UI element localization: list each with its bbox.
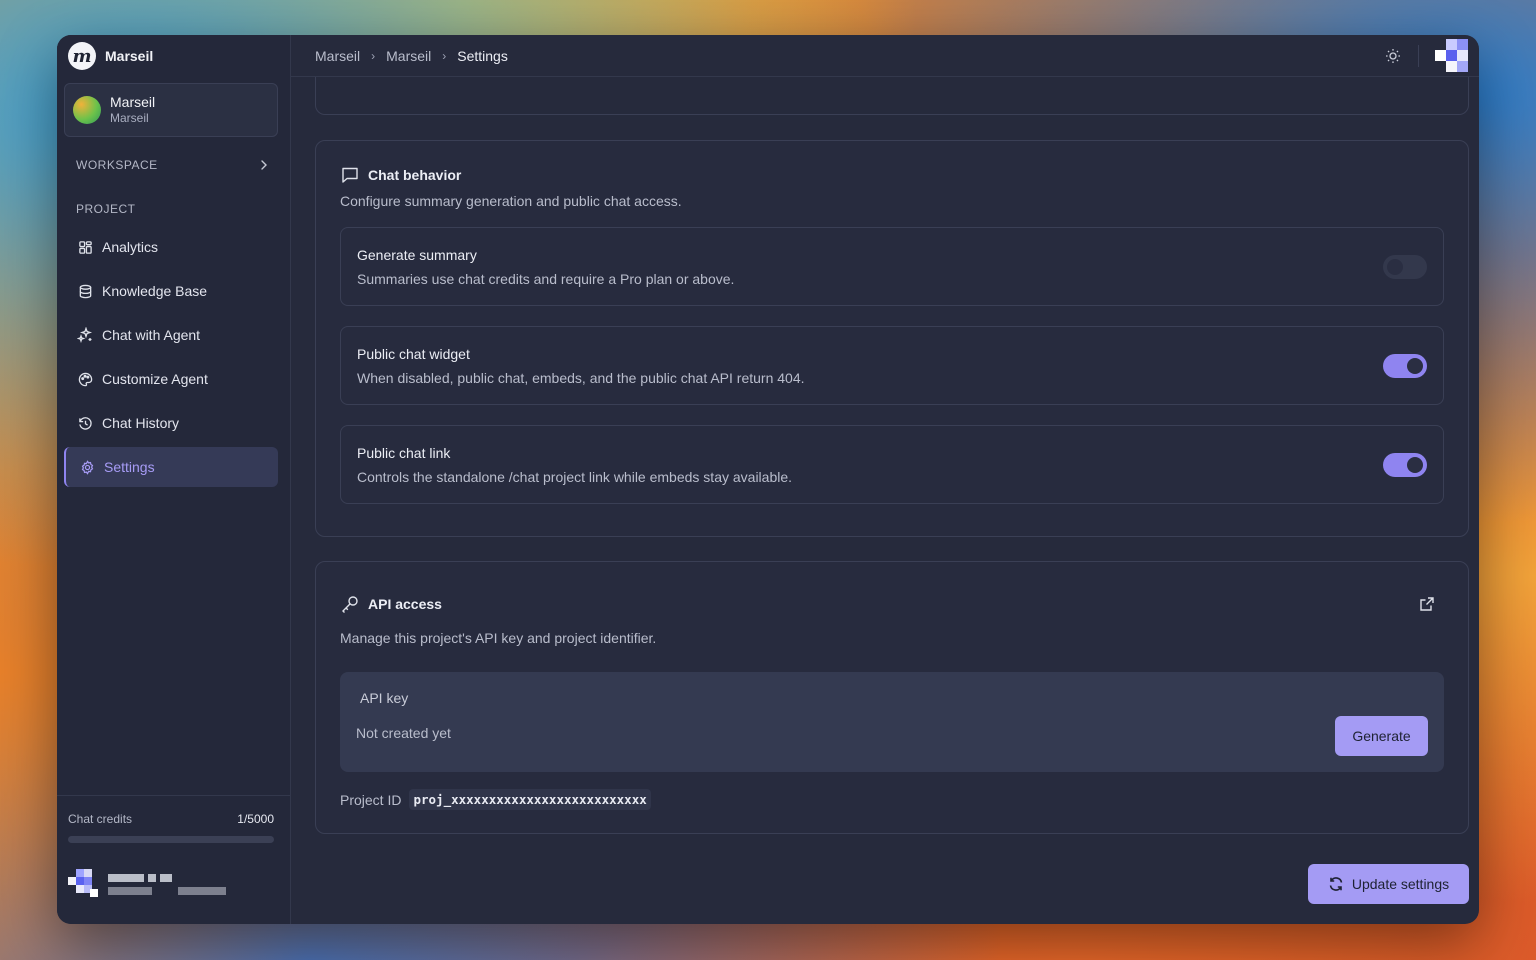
setting-generate-summary: Generate summary Summaries use chat cred… xyxy=(340,227,1444,306)
api-key-value: Not created yet xyxy=(356,725,451,741)
setting-public-chat-widget: Public chat widget When disabled, public… xyxy=(340,326,1444,405)
user-info-redacted xyxy=(108,873,226,895)
key-icon xyxy=(342,596,358,613)
sidebar-item-label: Chat History xyxy=(102,415,180,431)
chevron-right-icon: › xyxy=(442,48,447,63)
api-key-label: API key xyxy=(360,690,409,706)
project-label: PROJECT xyxy=(76,202,136,216)
chat-behavior-header: Chat behavior xyxy=(340,141,1444,185)
refresh-icon xyxy=(1329,877,1343,891)
app-name: Marseil xyxy=(105,48,154,64)
brand[interactable]: m Marseil xyxy=(57,35,290,77)
message-square-icon xyxy=(342,167,358,183)
history-icon xyxy=(77,415,93,431)
workspace-label: WORKSPACE xyxy=(76,158,158,172)
sidebar-item-chat-with-agent[interactable]: Chat with Agent xyxy=(64,315,278,355)
app-window: m Marseil Marseil Marseil WORKSPACE PROJ… xyxy=(57,35,1479,924)
sidebar-item-label: Settings xyxy=(104,459,155,475)
analytics-icon xyxy=(77,239,93,255)
setting-description: Controls the standalone /chat project li… xyxy=(357,468,793,485)
user-menu[interactable] xyxy=(68,869,274,899)
api-access-header: API access xyxy=(340,562,1444,614)
update-settings-label: Update settings xyxy=(1351,876,1450,892)
generate-button[interactable]: Generate xyxy=(1335,716,1428,756)
update-settings-button[interactable]: Update settings xyxy=(1308,864,1469,904)
sidebar-item-knowledge-base[interactable]: Knowledge Base xyxy=(64,271,278,311)
public-chat-link-toggle[interactable] xyxy=(1383,452,1427,477)
chevron-right-icon: › xyxy=(371,48,376,63)
api-key-panel: API key Not created yet Generate xyxy=(340,672,1444,772)
sidebar-footer: Chat credits 1/5000 xyxy=(57,795,290,924)
topbar-actions xyxy=(1384,39,1469,73)
topbar: Marseil › Marseil › Settings xyxy=(291,35,1479,77)
app-logo: m xyxy=(68,42,96,70)
database-icon xyxy=(77,283,93,299)
chat-behavior-card: Chat behavior Configure summary generati… xyxy=(315,140,1469,537)
sidebar-item-analytics[interactable]: Analytics xyxy=(64,227,278,267)
card-description: Manage this project's API key and projec… xyxy=(340,630,657,646)
credits-label: Chat credits xyxy=(68,812,133,826)
palette-icon xyxy=(77,371,93,387)
gear-icon xyxy=(79,459,95,475)
sidebar-item-chat-history[interactable]: Chat History xyxy=(64,403,278,443)
card-title: API access xyxy=(368,596,442,612)
sidebar-item-label: Chat with Agent xyxy=(102,327,201,343)
breadcrumb: Marseil › Marseil › Settings xyxy=(315,48,508,64)
card-title: Chat behavior xyxy=(368,167,462,183)
api-access-card: API access Manage this project's API key… xyxy=(315,561,1469,834)
account-avatar[interactable] xyxy=(1435,39,1469,73)
project-id-row: Project ID proj_xxxxxxxxxxxxxxxxxxxxxxxx… xyxy=(340,789,1444,810)
sidebar-item-customize-agent[interactable]: Customize Agent xyxy=(64,359,278,399)
toggle-knob xyxy=(1407,456,1423,473)
public-chat-widget-toggle[interactable] xyxy=(1383,353,1427,378)
sidebar-item-label: Knowledge Base xyxy=(102,283,208,299)
user-avatar xyxy=(68,869,98,899)
chat-credits: Chat credits 1/5000 xyxy=(68,812,274,826)
breadcrumb-current: Settings xyxy=(457,47,508,64)
project-title: Marseil xyxy=(110,94,156,110)
sun-icon[interactable] xyxy=(1384,47,1402,65)
setting-title: Generate summary xyxy=(357,246,477,263)
breadcrumb-item[interactable]: Marseil xyxy=(386,48,431,64)
credits-progress-bar xyxy=(68,836,274,843)
setting-description: When disabled, public chat, embeds, and … xyxy=(357,369,805,386)
main-content: Marseil › Marseil › Settings Chat behavi… xyxy=(291,35,1479,924)
project-avatar xyxy=(73,96,101,124)
sidebar-nav: Analytics Knowledge Base Chat with Agent… xyxy=(57,227,290,487)
previous-card xyxy=(315,77,1469,115)
sidebar-item-settings[interactable]: Settings xyxy=(64,447,278,487)
setting-title: Public chat widget xyxy=(357,345,470,362)
toggle-knob xyxy=(1407,357,1423,374)
chevron-right-icon xyxy=(261,160,267,170)
toggle-knob xyxy=(1387,258,1403,275)
project-id-label: Project ID xyxy=(340,791,402,808)
project-switcher[interactable]: Marseil Marseil xyxy=(64,83,278,137)
setting-description: Summaries use chat credits and require a… xyxy=(357,270,735,287)
setting-public-chat-link: Public chat link Controls the standalone… xyxy=(340,425,1444,504)
sidebar-item-label: Analytics xyxy=(102,239,159,255)
breadcrumb-item[interactable]: Marseil xyxy=(315,48,360,64)
sidebar: m Marseil Marseil Marseil WORKSPACE PROJ… xyxy=(57,35,291,924)
credits-value: 1/5000 xyxy=(237,812,274,826)
project-section: PROJECT xyxy=(57,199,290,219)
settings-content: Chat behavior Configure summary generati… xyxy=(315,77,1469,834)
setting-title: Public chat link xyxy=(357,444,451,461)
project-id-value[interactable]: proj_xxxxxxxxxxxxxxxxxxxxxxxxxx xyxy=(409,789,651,810)
workspace-section[interactable]: WORKSPACE xyxy=(57,155,290,175)
sparkles-icon xyxy=(77,327,93,343)
generate-summary-toggle[interactable] xyxy=(1383,254,1427,279)
sidebar-item-label: Customize Agent xyxy=(102,371,208,387)
card-description: Configure summary generation and public … xyxy=(340,193,682,209)
divider xyxy=(1418,45,1419,67)
project-subtitle: Marseil xyxy=(110,111,149,125)
external-link-icon[interactable] xyxy=(1419,596,1435,612)
